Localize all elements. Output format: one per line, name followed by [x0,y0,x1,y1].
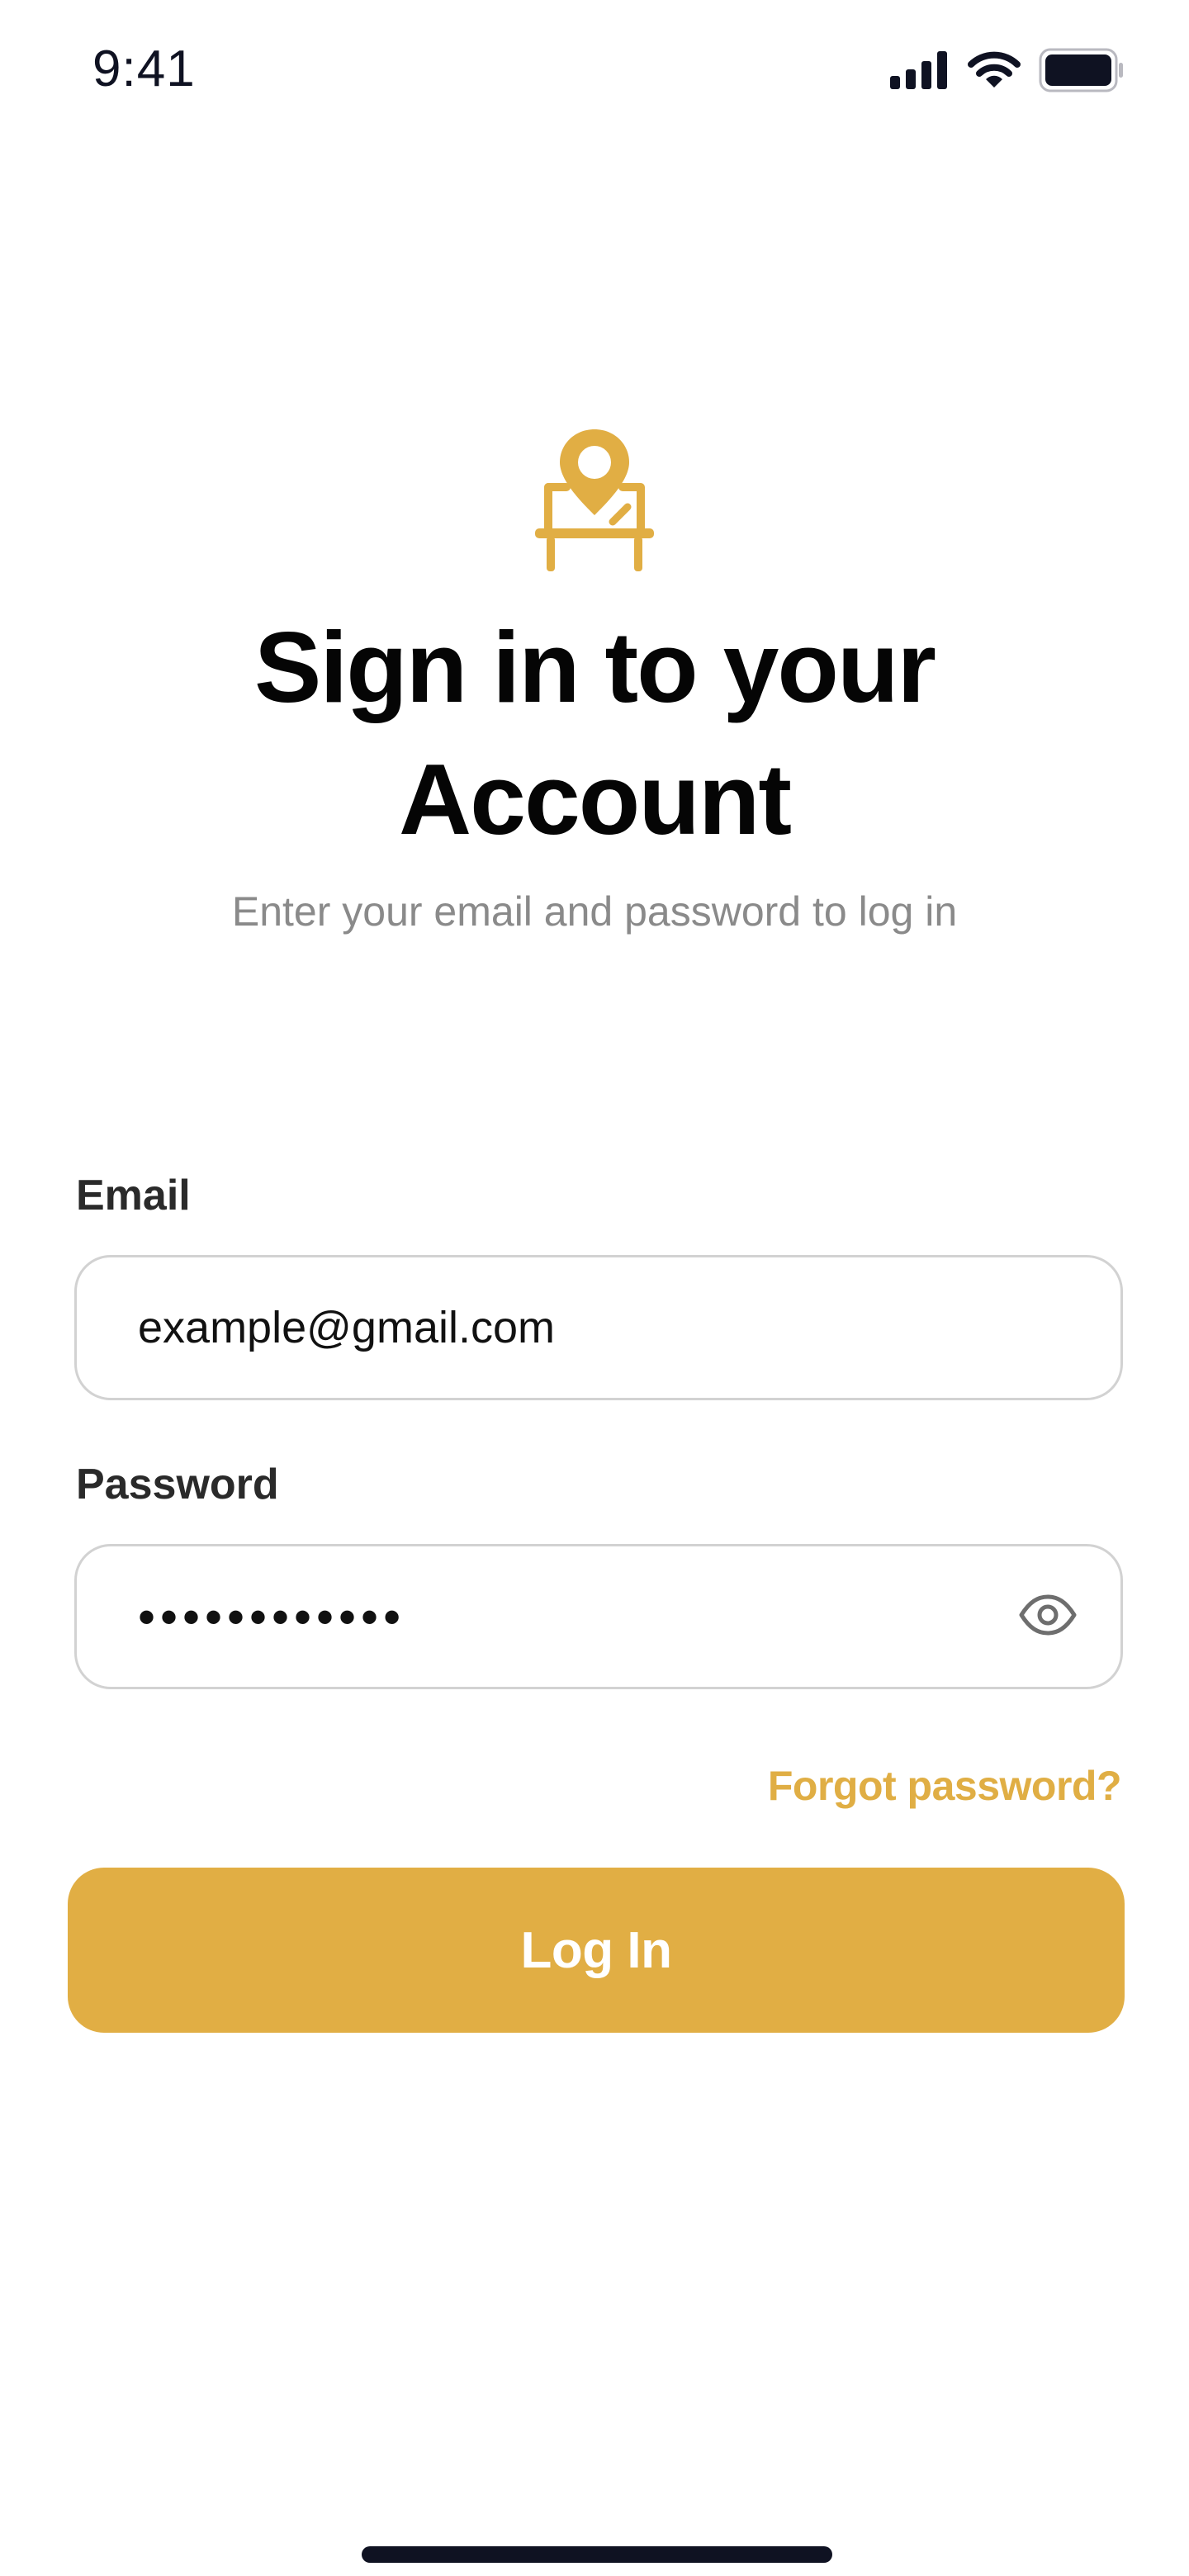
status-icons [890,48,1125,97]
wifi-icon [968,51,1021,93]
cellular-signal-icon [890,51,950,93]
password-label: Password [76,1461,279,1508]
forgot-password-link[interactable]: Forgot password? [768,1762,1122,1810]
status-bar: 9:41 [0,0,1189,140]
email-input[interactable] [138,1257,997,1398]
password-field-container [74,1544,1123,1689]
show-password-toggle[interactable] [1015,1584,1081,1650]
password-input[interactable] [138,1546,997,1687]
email-field-container [74,1255,1123,1400]
battery-icon [1039,48,1125,97]
title-line-1: Sign in to your [254,611,936,723]
email-label: Email [76,1172,191,1219]
page-subtitle: Enter your email and password to log in [231,888,958,935]
page-title: Sign in to your Account [99,601,1090,865]
title-line-2: Account [399,743,792,855]
home-indicator [362,2546,832,2563]
map-pin-desk-icon [530,426,659,573]
status-time: 9:41 [92,40,196,97]
login-button[interactable]: Log In [68,1868,1125,2033]
eye-icon [1018,1593,1078,1641]
